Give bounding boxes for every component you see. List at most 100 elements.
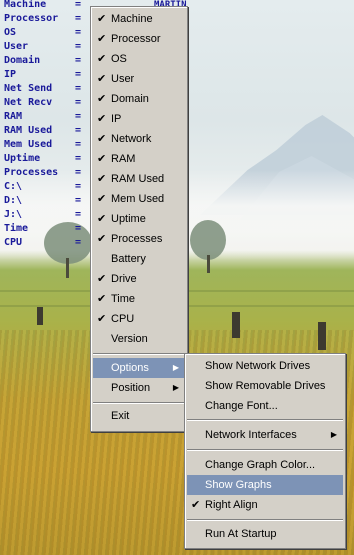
sysinfo-row: Processes =: [4, 166, 81, 180]
menu-item-label: User: [111, 73, 135, 85]
menu-item-show-network-drives[interactable]: Show Network Drives: [187, 356, 343, 376]
check-icon: ✔: [97, 133, 107, 145]
menu-item-label: Right Align: [205, 499, 258, 511]
sysinfo-row: CPU =: [4, 236, 81, 250]
sysinfo-label: Machine: [4, 0, 47, 10]
check-icon: ✔: [97, 193, 107, 205]
menu-item-label: Processor: [111, 33, 161, 45]
check-icon: ✔: [97, 233, 107, 245]
sysinfo-label: Mem Used: [4, 139, 53, 150]
menu-separator: [93, 353, 185, 355]
submenu-arrow-icon: ▶: [330, 430, 337, 439]
menu-item-label: Exit: [111, 410, 130, 422]
check-icon: ✔: [97, 113, 107, 125]
options-submenu: Show Network Drives Show Removable Drive…: [184, 353, 346, 549]
menu-item-exit[interactable]: Exit: [93, 406, 185, 426]
menu-item-label: Machine: [111, 13, 153, 25]
sysinfo-equals: =: [75, 195, 82, 206]
sysinfo-equals: =: [75, 139, 82, 150]
menu-item-network[interactable]: ✔ Network: [93, 129, 185, 149]
check-icon: ✔: [97, 273, 107, 285]
menu-item-change-font[interactable]: Change Font...: [187, 396, 343, 416]
menu-item-right-align[interactable]: ✔ Right Align: [187, 495, 343, 515]
menu-separator: [187, 519, 343, 521]
menu-item-label: Drive: [111, 273, 137, 285]
menu-item-os[interactable]: ✔ OS: [93, 49, 185, 69]
check-icon: ✔: [97, 33, 107, 45]
menu-item-show-removable-drives[interactable]: Show Removable Drives: [187, 376, 343, 396]
menu-item-version[interactable]: Version: [93, 329, 185, 349]
menu-item-label: RAM Used: [111, 173, 165, 185]
sysinfo-row: D:\ =: [4, 194, 81, 208]
sysinfo-equals: =: [75, 153, 82, 164]
menu-item-run-at-startup[interactable]: Run At Startup: [187, 524, 343, 544]
menu-item-network-interfaces[interactable]: Network Interfaces ▶: [187, 425, 343, 445]
menu-item-label: Time: [111, 293, 136, 305]
check-icon: ✔: [191, 499, 201, 511]
menu-item-label: Options: [111, 362, 149, 374]
sysinfo-equals: =: [75, 237, 82, 248]
menu-item-label: Battery: [111, 253, 146, 265]
menu-item-time[interactable]: ✔ Time: [93, 289, 185, 309]
sysinfo-row: J:\ =: [4, 208, 81, 222]
sysinfo-label: Processor: [4, 13, 59, 24]
menu-item-label: IP: [111, 113, 122, 125]
menu-item-label: RAM: [111, 153, 136, 165]
sysinfo-equals: =: [75, 83, 82, 94]
sysinfo-label: Uptime: [4, 153, 41, 164]
menu-item-mem-used[interactable]: ✔ Mem Used: [93, 189, 185, 209]
menu-item-label: CPU: [111, 313, 135, 325]
sysinfo-label: Time: [4, 223, 29, 234]
menu-item-change-graph-color[interactable]: Change Graph Color...: [187, 455, 343, 475]
sysinfo-label: Processes: [4, 167, 59, 178]
menu-item-label: Show Network Drives: [205, 360, 311, 372]
sysinfo-label: Net Send: [4, 83, 53, 94]
wallpaper-tree: [190, 220, 226, 260]
sysinfo-equals: =: [75, 27, 82, 38]
sysinfo-equals: =: [75, 223, 82, 234]
menu-item-label: Show Removable Drives: [205, 380, 326, 392]
menu-item-domain[interactable]: ✔ Domain: [93, 89, 185, 109]
sysinfo-row: Net Recv =: [4, 96, 81, 110]
sysinfo-equals: =: [75, 97, 82, 108]
menu-item-ram[interactable]: ✔ RAM: [93, 149, 185, 169]
menu-item-user[interactable]: ✔ User: [93, 69, 185, 89]
menu-separator: [187, 449, 343, 451]
sysinfo-label: Net Recv: [4, 97, 53, 108]
menu-item-machine[interactable]: ✔ Machine: [93, 9, 185, 29]
check-icon: ✔: [97, 73, 107, 85]
wallpaper-tree-trunk: [207, 255, 210, 273]
sysinfo-label: D:\: [4, 195, 23, 206]
sysinfo-equals: =: [75, 111, 82, 122]
menu-item-ip[interactable]: ✔ IP: [93, 109, 185, 129]
menu-item-label: Network Interfaces: [205, 429, 297, 441]
wallpaper-fence-post: [318, 322, 326, 350]
menu-item-processor[interactable]: ✔ Processor: [93, 29, 185, 49]
sysinfo-equals: =: [75, 0, 82, 10]
sysinfo-row: C:\ =: [4, 180, 81, 194]
menu-item-label: Processes: [111, 233, 163, 245]
sysinfo-label: User: [4, 41, 29, 52]
check-icon: ✔: [97, 293, 107, 305]
sysinfo-row: Uptime =: [4, 152, 81, 166]
menu-item-processes[interactable]: ✔ Processes: [93, 229, 185, 249]
sysinfo-row: Mem Used =: [4, 138, 81, 152]
submenu-arrow-icon: ▶: [172, 383, 179, 392]
menu-item-ram-used[interactable]: ✔ RAM Used: [93, 169, 185, 189]
check-icon: ✔: [97, 313, 107, 325]
menu-item-battery[interactable]: Battery: [93, 249, 185, 269]
menu-item-options[interactable]: Options ▶: [93, 358, 185, 378]
sysinfo-row: Processor =: [4, 12, 81, 26]
wallpaper-fence-post: [232, 312, 240, 338]
wallpaper-tree-trunk: [66, 258, 69, 278]
sysinfo-equals: =: [75, 69, 82, 80]
menu-item-position[interactable]: Position ▶: [93, 378, 185, 398]
menu-item-label: Position: [111, 382, 151, 394]
menu-item-cpu[interactable]: ✔ CPU: [93, 309, 185, 329]
submenu-arrow-icon: ▶: [172, 363, 179, 372]
menu-item-show-graphs[interactable]: Show Graphs: [187, 475, 343, 495]
menu-item-drive[interactable]: ✔ Drive: [93, 269, 185, 289]
menu-item-uptime[interactable]: ✔ Uptime: [93, 209, 185, 229]
menu-item-label: Uptime: [111, 213, 146, 225]
sysinfo-label: IP: [4, 69, 17, 80]
